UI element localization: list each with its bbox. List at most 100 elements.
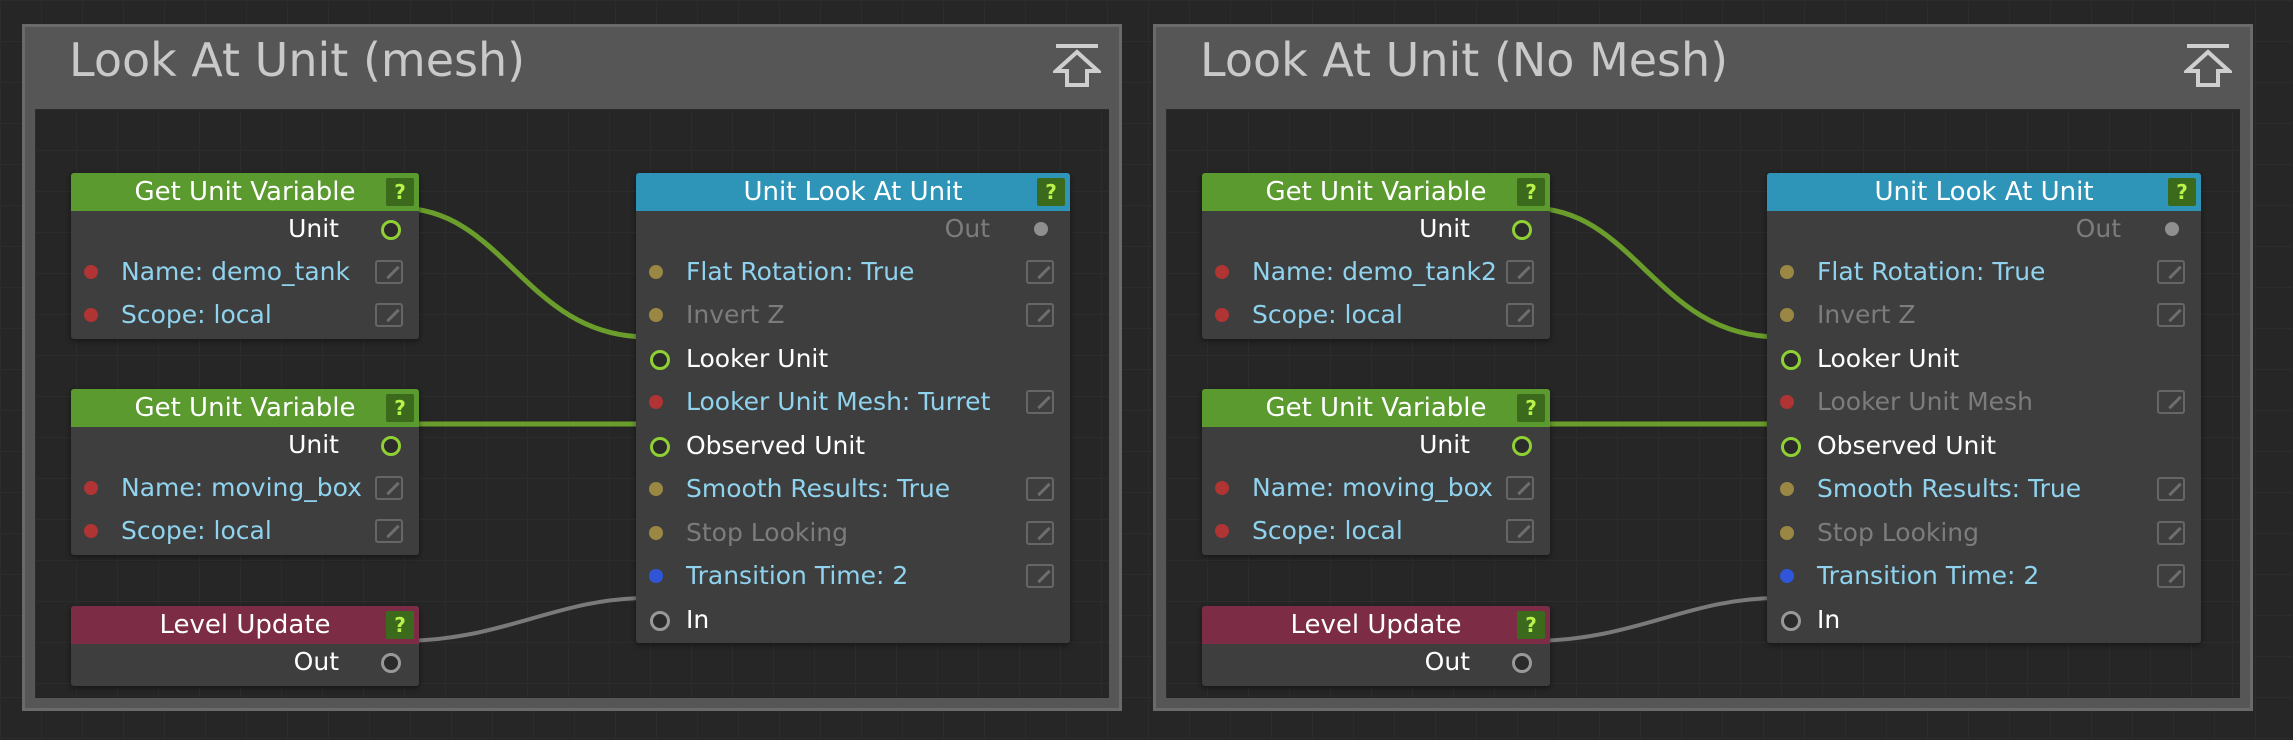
edit-pencil-icon[interactable] xyxy=(375,303,403,327)
edit-pencil-icon[interactable] xyxy=(2157,521,2185,545)
get-unit-variable-node[interactable]: Get Unit Variable ? Unit Name: demo_tank… xyxy=(71,173,419,339)
level-update-node[interactable]: Level Update ? Out xyxy=(71,606,419,686)
input-port[interactable] xyxy=(650,437,670,457)
input-port[interactable] xyxy=(1215,265,1229,279)
output-port[interactable] xyxy=(1034,222,1048,236)
edit-pencil-icon[interactable] xyxy=(375,260,403,284)
node-header[interactable]: Unit Look At Unit xyxy=(1767,173,2201,211)
param-looker-unit-mesh: Looker Unit Mesh: Turret xyxy=(636,386,1070,418)
input-port[interactable] xyxy=(650,611,670,631)
input-in: In xyxy=(1767,604,2201,636)
help-icon[interactable]: ? xyxy=(386,394,414,422)
input-port[interactable] xyxy=(1780,569,1794,583)
edit-pencil-icon[interactable] xyxy=(1026,390,1054,414)
param-transition-time: Transition Time: 2 xyxy=(1767,560,2201,592)
input-port[interactable] xyxy=(84,308,98,322)
input-port[interactable] xyxy=(1215,308,1229,322)
flow-group-look-at-unit-no-mesh[interactable]: Look At Unit (No Mesh) Get Unit Variable… xyxy=(1153,24,2253,711)
input-port[interactable] xyxy=(649,526,663,540)
help-icon[interactable]: ? xyxy=(1517,611,1545,639)
output-port[interactable] xyxy=(1512,653,1532,673)
help-icon[interactable]: ? xyxy=(1037,178,1065,206)
input-port[interactable] xyxy=(1215,524,1229,538)
help-icon[interactable]: ? xyxy=(386,178,414,206)
node-header[interactable]: Get Unit Variable xyxy=(1202,389,1550,427)
group-canvas[interactable]: Get Unit Variable ? Unit Name: demo_tank… xyxy=(1166,109,2240,698)
help-icon[interactable]: ? xyxy=(2168,178,2196,206)
edit-pencil-icon[interactable] xyxy=(1026,260,1054,284)
flow-group-look-at-unit-mesh[interactable]: Look At Unit (mesh) Get Unit Variable ? … xyxy=(22,24,1122,711)
wire-unit-to-looker-unit xyxy=(398,205,649,340)
input-port[interactable] xyxy=(1781,611,1801,631)
input-port[interactable] xyxy=(650,350,670,370)
get-unit-variable-node[interactable]: Get Unit Variable ? Unit Name: moving_bo… xyxy=(71,389,419,555)
param-label: Flat Rotation: True xyxy=(1817,257,2046,286)
input-port[interactable] xyxy=(84,524,98,538)
input-port[interactable] xyxy=(649,569,663,583)
output-port[interactable] xyxy=(1512,220,1532,240)
node-header[interactable]: Level Update xyxy=(71,606,419,644)
output-port[interactable] xyxy=(2165,222,2179,236)
param-label: Name: demo_tank2 xyxy=(1252,257,1497,286)
input-port[interactable] xyxy=(649,265,663,279)
help-icon[interactable]: ? xyxy=(1517,394,1545,422)
input-port[interactable] xyxy=(84,265,98,279)
collapse-to-top-icon[interactable] xyxy=(2184,39,2232,87)
edit-pencil-icon[interactable] xyxy=(1026,303,1054,327)
edit-pencil-icon[interactable] xyxy=(2157,477,2185,501)
input-label: Looker Unit xyxy=(1817,344,1960,373)
input-port[interactable] xyxy=(1781,437,1801,457)
node-header[interactable]: Get Unit Variable xyxy=(71,389,419,427)
node-header[interactable]: Get Unit Variable xyxy=(71,173,419,211)
output-label: Unit xyxy=(1419,214,1470,243)
unit-look-at-unit-node[interactable]: Unit Look At Unit ? Out Flat Rotation: T… xyxy=(1767,173,2201,643)
group-canvas[interactable]: Get Unit Variable ? Unit Name: demo_tank… xyxy=(35,109,1109,698)
help-icon[interactable]: ? xyxy=(386,611,414,639)
output-port[interactable] xyxy=(1512,436,1532,456)
get-unit-variable-node[interactable]: Get Unit Variable ? Unit Name: demo_tank… xyxy=(1202,173,1550,339)
edit-pencil-icon[interactable] xyxy=(1506,260,1534,284)
param-label: Transition Time: 2 xyxy=(686,561,909,590)
input-port[interactable] xyxy=(649,482,663,496)
node-header[interactable]: Unit Look At Unit xyxy=(636,173,1070,211)
param-name: Name: moving_box xyxy=(71,472,419,504)
input-port[interactable] xyxy=(1780,482,1794,496)
unit-look-at-unit-node[interactable]: Unit Look At Unit ? Out Flat Rotation: T… xyxy=(636,173,1070,643)
edit-pencil-icon[interactable] xyxy=(2157,260,2185,284)
param-smooth-results: Smooth Results: True xyxy=(636,473,1070,505)
input-port[interactable] xyxy=(1781,350,1801,370)
get-unit-variable-node[interactable]: Get Unit Variable ? Unit Name: moving_bo… xyxy=(1202,389,1550,555)
node-header[interactable]: Level Update xyxy=(1202,606,1550,644)
param-invert-z: Invert Z xyxy=(636,299,1070,331)
param-label: Scope: local xyxy=(1252,300,1403,329)
input-port[interactable] xyxy=(1780,265,1794,279)
input-looker-unit: Looker Unit xyxy=(636,343,1070,375)
input-port[interactable] xyxy=(1780,308,1794,322)
edit-pencil-icon[interactable] xyxy=(2157,303,2185,327)
edit-pencil-icon[interactable] xyxy=(1026,477,1054,501)
node-header[interactable]: Get Unit Variable xyxy=(1202,173,1550,211)
output-port[interactable] xyxy=(381,653,401,673)
output-port[interactable] xyxy=(381,220,401,240)
edit-pencil-icon[interactable] xyxy=(2157,564,2185,588)
input-port[interactable] xyxy=(1215,481,1229,495)
input-port[interactable] xyxy=(84,481,98,495)
input-label: In xyxy=(1817,605,1841,634)
help-icon[interactable]: ? xyxy=(1517,178,1545,206)
input-port[interactable] xyxy=(649,395,663,409)
input-port[interactable] xyxy=(649,308,663,322)
edit-pencil-icon[interactable] xyxy=(375,519,403,543)
input-port[interactable] xyxy=(1780,395,1794,409)
edit-pencil-icon[interactable] xyxy=(1506,476,1534,500)
edit-pencil-icon[interactable] xyxy=(1026,564,1054,588)
level-update-node[interactable]: Level Update ? Out xyxy=(1202,606,1550,686)
edit-pencil-icon[interactable] xyxy=(1026,521,1054,545)
input-port[interactable] xyxy=(1780,526,1794,540)
param-label: Scope: local xyxy=(121,516,272,545)
edit-pencil-icon[interactable] xyxy=(375,476,403,500)
edit-pencil-icon[interactable] xyxy=(2157,390,2185,414)
collapse-to-top-icon[interactable] xyxy=(1053,39,1101,87)
edit-pencil-icon[interactable] xyxy=(1506,303,1534,327)
edit-pencil-icon[interactable] xyxy=(1506,519,1534,543)
output-port[interactable] xyxy=(381,436,401,456)
